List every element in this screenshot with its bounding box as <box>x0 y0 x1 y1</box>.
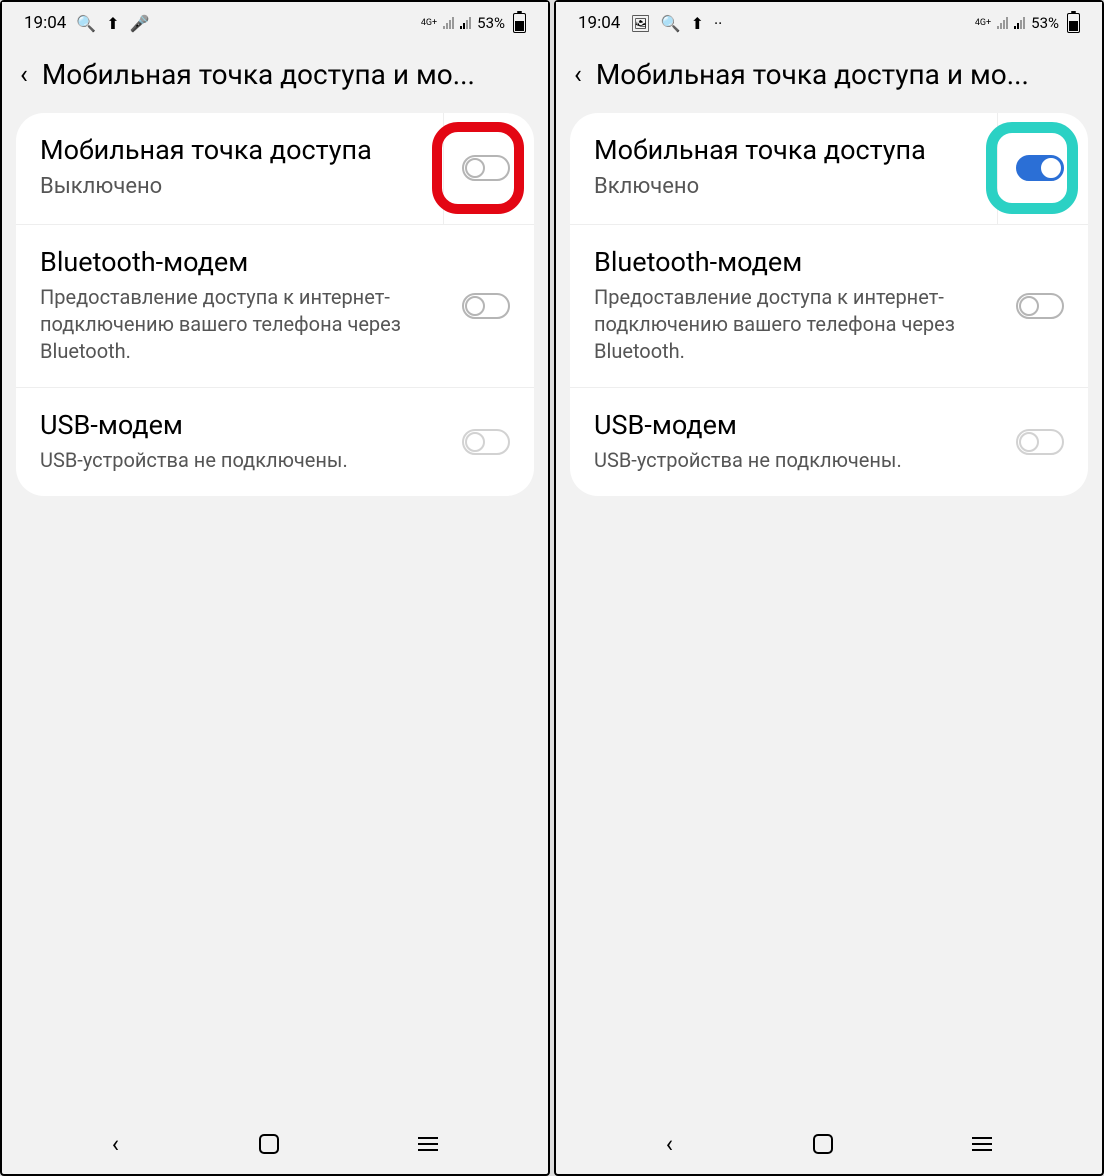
battery-percent: 53% <box>477 14 505 32</box>
signal-icon <box>443 17 454 29</box>
row-subtitle: Включено <box>594 172 987 202</box>
battery-icon <box>1067 13 1080 33</box>
nav-recents-button[interactable] <box>418 1137 438 1151</box>
bluetooth-tether-toggle[interactable] <box>462 293 510 319</box>
nav-recents-button[interactable] <box>972 1137 992 1151</box>
row-bluetooth-tether[interactable]: Bluetooth-модем Предоставление доступа к… <box>570 224 1088 387</box>
image-icon: 🖼 <box>630 14 650 33</box>
row-usb-tether[interactable]: USB-модем USB-устройства не подключены. <box>16 387 534 496</box>
battery-percent: 53% <box>1031 14 1059 32</box>
search-icon: 🔍 <box>76 14 96 33</box>
row-usb-tether[interactable]: USB-модем USB-устройства не подключены. <box>570 387 1088 496</box>
row-title: USB-модем <box>594 408 1006 443</box>
bluetooth-tether-toggle[interactable] <box>1016 293 1064 319</box>
row-mobile-hotspot[interactable]: Мобильная точка доступа Выключено <box>16 113 534 224</box>
more-icon: ·· <box>714 14 722 33</box>
hotspot-toggle[interactable] <box>462 155 510 181</box>
row-subtitle: USB-устройства не подключены. <box>594 447 1006 474</box>
nav-bar: ‹ <box>556 1114 1102 1174</box>
row-title: Bluetooth-модем <box>594 245 1006 280</box>
row-title: USB-модем <box>40 408 452 443</box>
hotspot-toggle[interactable] <box>1016 155 1064 181</box>
nav-home-button[interactable] <box>813 1134 833 1154</box>
row-title: Мобильная точка доступа <box>40 133 433 168</box>
network-label: 4G+ <box>421 19 437 28</box>
voice-icon: 🎤 <box>130 14 150 33</box>
usb-tether-toggle <box>462 429 510 455</box>
row-subtitle: Выключено <box>40 172 433 202</box>
nav-home-button[interactable] <box>259 1134 279 1154</box>
nav-bar: ‹ <box>2 1114 548 1174</box>
network-label: 4G+ <box>975 19 991 28</box>
row-title: Мобильная точка доступа <box>594 133 987 168</box>
settings-card: Мобильная точка доступа Выключено Blueto… <box>16 113 534 496</box>
search-icon: 🔍 <box>661 14 681 33</box>
nav-back-button[interactable]: ‹ <box>112 1130 119 1158</box>
signal-icon-2 <box>1014 17 1025 29</box>
back-button[interactable]: ‹ <box>574 62 582 88</box>
page-header: ‹ Мобильная точка доступа и мо... <box>2 44 548 113</box>
status-bar: 19:04 🖼 🔍 ⬆ ·· 4G+ 53% <box>556 2 1102 44</box>
back-button[interactable]: ‹ <box>20 62 28 88</box>
row-subtitle: Предоставление доступа к интернет-подклю… <box>594 284 1006 365</box>
status-bar: 19:04 🔍 ⬆ 🎤 4G+ 53% <box>2 2 548 44</box>
status-time: 19:04 <box>578 13 620 33</box>
upload-icon: ⬆ <box>106 14 119 33</box>
page-header: ‹ Мобильная точка доступа и мо... <box>556 44 1102 113</box>
row-subtitle: Предоставление доступа к интернет-подклю… <box>40 284 452 365</box>
battery-icon <box>513 13 526 33</box>
page-title: Мобильная точка доступа и мо... <box>42 58 475 91</box>
row-mobile-hotspot[interactable]: Мобильная точка доступа Включено <box>570 113 1088 224</box>
phone-screen-right: 19:04 🖼 🔍 ⬆ ·· 4G+ 53% ‹ Мобильная точка… <box>554 0 1104 1176</box>
row-bluetooth-tether[interactable]: Bluetooth-модем Предоставление доступа к… <box>16 224 534 387</box>
nav-back-button[interactable]: ‹ <box>666 1130 673 1158</box>
usb-tether-toggle <box>1016 429 1064 455</box>
signal-icon <box>997 17 1008 29</box>
row-subtitle: USB-устройства не подключены. <box>40 447 452 474</box>
page-title: Мобильная точка доступа и мо... <box>596 58 1029 91</box>
settings-card: Мобильная точка доступа Включено Bluetoo… <box>570 113 1088 496</box>
phone-screen-left: 19:04 🔍 ⬆ 🎤 4G+ 53% ‹ Мобильная точка до… <box>0 0 550 1176</box>
upload-icon: ⬆ <box>691 14 704 33</box>
row-title: Bluetooth-модем <box>40 245 452 280</box>
status-time: 19:04 <box>24 13 66 33</box>
signal-icon-2 <box>460 17 471 29</box>
